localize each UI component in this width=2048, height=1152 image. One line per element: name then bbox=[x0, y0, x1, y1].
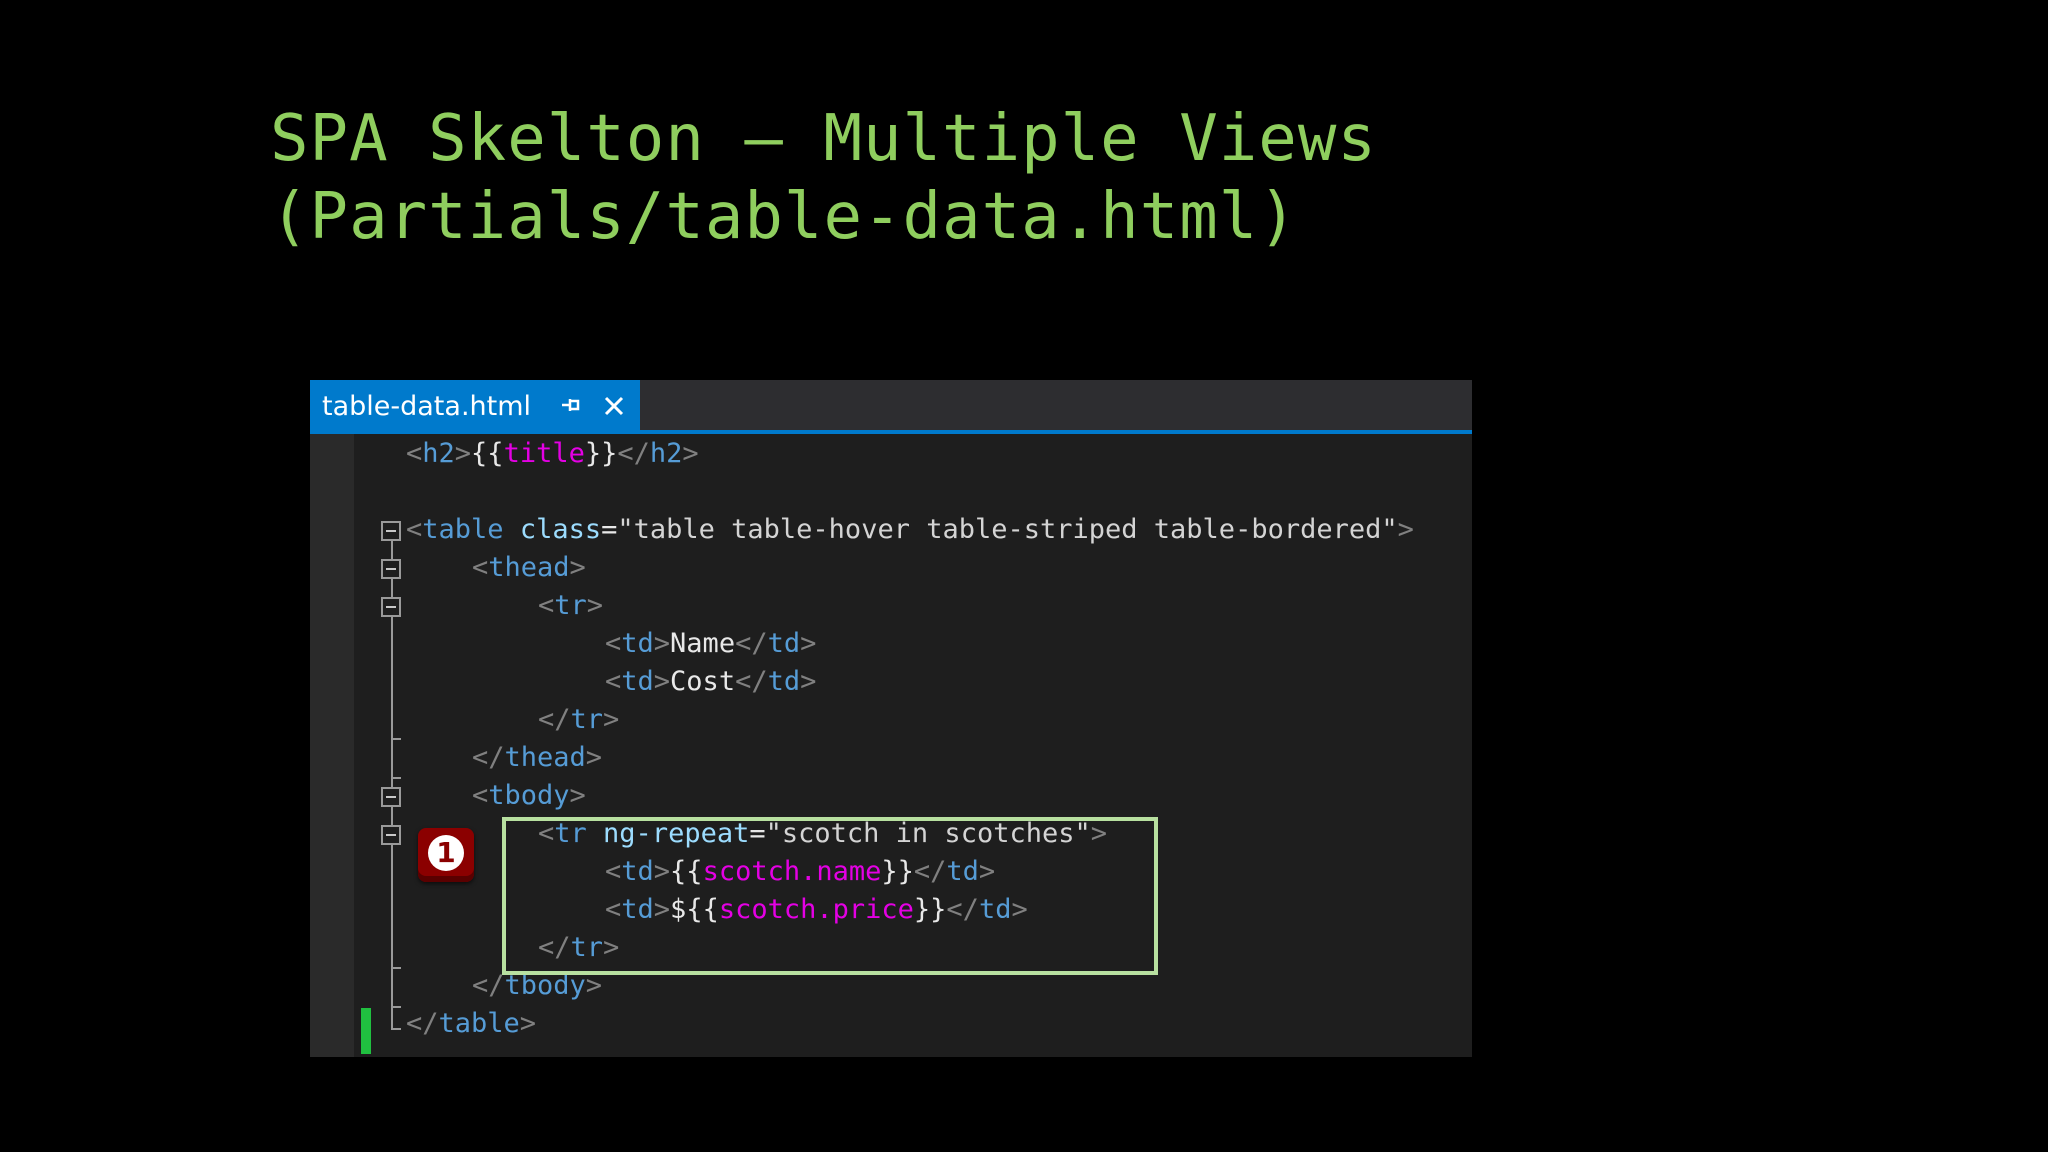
collapse-icon[interactable] bbox=[381, 521, 401, 541]
outline-end-tick bbox=[391, 967, 401, 969]
code-line-5: <tr> bbox=[538, 590, 604, 621]
code-line-4: <thead> bbox=[472, 552, 586, 583]
code-line-3: <table class="table table-hover table-st… bbox=[406, 514, 1414, 545]
collapse-icon[interactable] bbox=[381, 597, 401, 617]
code-line-7: <td>Cost</td> bbox=[605, 666, 817, 697]
outline-end-tick bbox=[391, 777, 401, 779]
slide-title-line-2: (Partials/table-data.html) bbox=[270, 180, 1298, 254]
code-line-8: </tr> bbox=[538, 704, 620, 735]
editor-gutter bbox=[310, 434, 354, 1057]
collapse-icon[interactable] bbox=[381, 559, 401, 579]
outline-end-tick bbox=[391, 1006, 401, 1008]
slide-title-line-1: SPA Skelton – Multiple Views bbox=[270, 102, 1377, 176]
outline-end-tick bbox=[391, 738, 401, 740]
pin-icon[interactable] bbox=[556, 390, 586, 420]
tab-table-data-html[interactable]: table-data.html bbox=[310, 380, 640, 432]
close-icon[interactable] bbox=[596, 388, 632, 424]
slide-title: SPA Skelton – Multiple Views (Partials/ta… bbox=[270, 100, 1377, 256]
change-marker bbox=[361, 1008, 371, 1054]
code-line-6: <td>Name</td> bbox=[605, 628, 817, 659]
code-line-9: </thead> bbox=[472, 742, 603, 773]
outline-end-tick bbox=[391, 1028, 401, 1030]
code-line-1: <h2>{{title}}</h2> bbox=[406, 438, 699, 469]
collapse-icon[interactable] bbox=[381, 787, 401, 807]
code-line-10: <tbody> bbox=[472, 780, 586, 811]
highlight-box bbox=[502, 817, 1158, 975]
callout-badge: 1 bbox=[418, 828, 474, 882]
code-line-16: </table> bbox=[406, 1008, 537, 1039]
collapse-icon[interactable] bbox=[381, 825, 401, 845]
callout-number: 1 bbox=[428, 835, 464, 871]
tab-label: table-data.html bbox=[322, 390, 532, 422]
